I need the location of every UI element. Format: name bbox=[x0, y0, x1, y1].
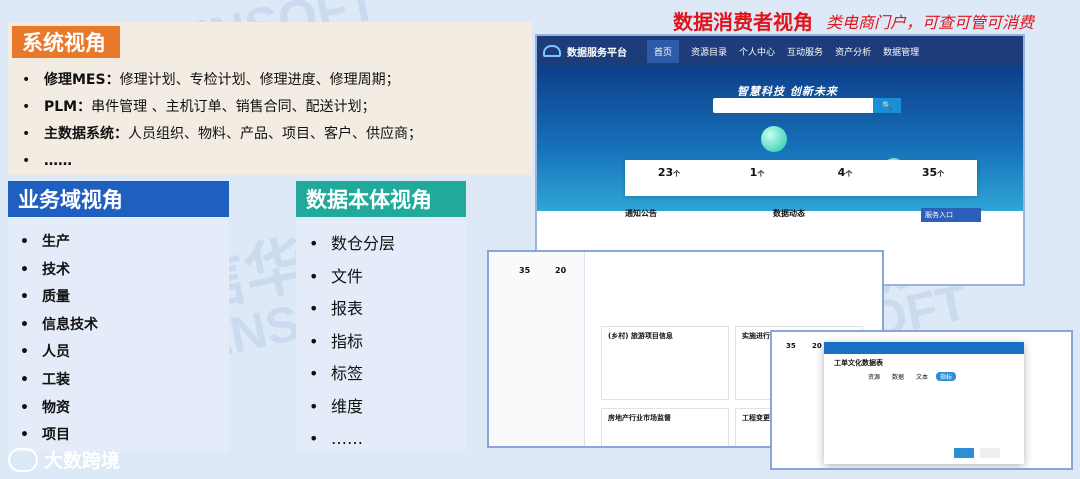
catalog-sidebar: 35 20 bbox=[489, 252, 585, 446]
system-view-title: 系统视角 bbox=[12, 26, 120, 58]
tag[interactable]: 资源 bbox=[864, 372, 884, 381]
service-entry-title: 服务入口 bbox=[921, 208, 981, 222]
list-item: 物资 bbox=[14, 395, 98, 423]
list-item: 信息技术 bbox=[14, 312, 98, 340]
list-item: 技术 bbox=[14, 257, 98, 285]
tab-personal-center[interactable]: 个人中心 bbox=[739, 45, 775, 58]
portal-name: 数据服务平台 bbox=[567, 47, 627, 59]
portal-navbar: 数据服务平台 首页 资源目录 个人中心 互动服务 资产分析 数据管理 bbox=[537, 36, 1023, 66]
confirm-button[interactable] bbox=[954, 448, 974, 458]
list-item: …… bbox=[303, 423, 395, 456]
modal-tags: 资源 数据 文本 指标 bbox=[824, 372, 1024, 381]
stat-item: 23个 bbox=[657, 166, 681, 179]
portal-screenshot: 数据服务平台 首页 资源目录 个人中心 互动服务 资产分析 数据管理 智慧科技 … bbox=[535, 34, 1025, 286]
list-item: 指标 bbox=[303, 326, 395, 359]
portal-stats: 23个 1个 4个 35个 bbox=[625, 160, 977, 196]
tag[interactable]: 文本 bbox=[912, 372, 932, 381]
list-item: PLM：串件管理 、主机订单、销售合同、配送计划； bbox=[16, 94, 422, 121]
consumer-view-title: 数据消费者视角 bbox=[673, 10, 813, 34]
dialog-screenshot: 35 20 工单文化数据表 资源 数据 文本 指标 bbox=[770, 330, 1073, 470]
tab-home[interactable]: 首页 bbox=[647, 39, 680, 63]
tab-data-management[interactable]: 数据管理 bbox=[883, 45, 919, 58]
modal: 工单文化数据表 资源 数据 文本 指标 bbox=[824, 342, 1024, 464]
list-item: 文件 bbox=[303, 261, 395, 294]
logo-text: 大数跨境 bbox=[44, 450, 121, 472]
list-item: 数仓分层 bbox=[303, 228, 395, 261]
dialog-stat-a: 35 bbox=[786, 342, 796, 350]
tab-asset-analysis[interactable]: 资产分析 bbox=[835, 45, 871, 58]
tab-resource-catalog[interactable]: 资源目录 bbox=[691, 45, 727, 58]
tab-interactive-service[interactable]: 互动服务 bbox=[787, 45, 823, 58]
list-item: 报表 bbox=[303, 293, 395, 326]
decor-sphere bbox=[761, 126, 787, 152]
card-title: 房地产行业市场监督 bbox=[608, 414, 671, 422]
search-button[interactable]: 🔍 bbox=[873, 98, 901, 113]
catalog-card[interactable]: 房地产行业市场监督 bbox=[601, 408, 729, 446]
list-item: 人员 bbox=[14, 339, 98, 367]
business-view-list: 生产 技术 质量 信息技术 人员 工装 物资 项目 bbox=[14, 229, 98, 450]
list-item: 生产 bbox=[14, 229, 98, 257]
stat-item: 35个 bbox=[921, 166, 945, 179]
catalog-card[interactable]: (乡村) 旅游项目信息 bbox=[601, 326, 729, 400]
brand-logo: 大数跨境 bbox=[8, 446, 120, 473]
stat-item: 1个 bbox=[749, 166, 765, 179]
list-item: …… bbox=[16, 148, 422, 175]
stat-item: 4个 bbox=[837, 166, 853, 179]
list-item: 主数据系统：人员组织、物料、产品、项目、客户、供应商； bbox=[16, 121, 422, 148]
card-title: (乡村) 旅游项目信息 bbox=[608, 332, 673, 340]
list-item: 工装 bbox=[14, 367, 98, 395]
tag[interactable]: 指标 bbox=[936, 372, 957, 381]
modal-header bbox=[824, 342, 1024, 354]
cloud-logo-icon bbox=[543, 45, 561, 57]
list-item: 质量 bbox=[14, 284, 98, 312]
ontology-view-list: 数仓分层 文件 报表 指标 标签 维度 …… bbox=[303, 228, 395, 456]
banner-slogan: 智慧科技 创新未来 bbox=[737, 85, 838, 98]
tag[interactable]: 数据 bbox=[888, 372, 908, 381]
consumer-view-subtitle: 类电商门户，可查可管可消费 bbox=[826, 13, 1035, 32]
dialog-stat-b: 20 bbox=[812, 342, 822, 350]
ontology-view-title: 数据本体视角 bbox=[296, 181, 466, 217]
dynamics-title: 数据动态 bbox=[773, 209, 805, 218]
business-view-title: 业务域视角 bbox=[8, 181, 229, 217]
list-item: 标签 bbox=[303, 358, 395, 391]
list-item: 修理MES：修理计划、专检计划、修理进度、修理周期； bbox=[16, 67, 422, 94]
logo-icon bbox=[8, 447, 38, 472]
system-view-list: 修理MES：修理计划、专检计划、修理进度、修理周期； PLM：串件管理 、主机订… bbox=[16, 67, 422, 175]
cancel-button[interactable] bbox=[980, 448, 1000, 458]
modal-title: 工单文化数据表 bbox=[834, 359, 883, 367]
catalog-stat-b: 20 bbox=[555, 266, 567, 275]
notice-title: 通知公告 bbox=[625, 209, 657, 218]
list-item: 维度 bbox=[303, 391, 395, 424]
catalog-stat-a: 35 bbox=[519, 266, 531, 275]
